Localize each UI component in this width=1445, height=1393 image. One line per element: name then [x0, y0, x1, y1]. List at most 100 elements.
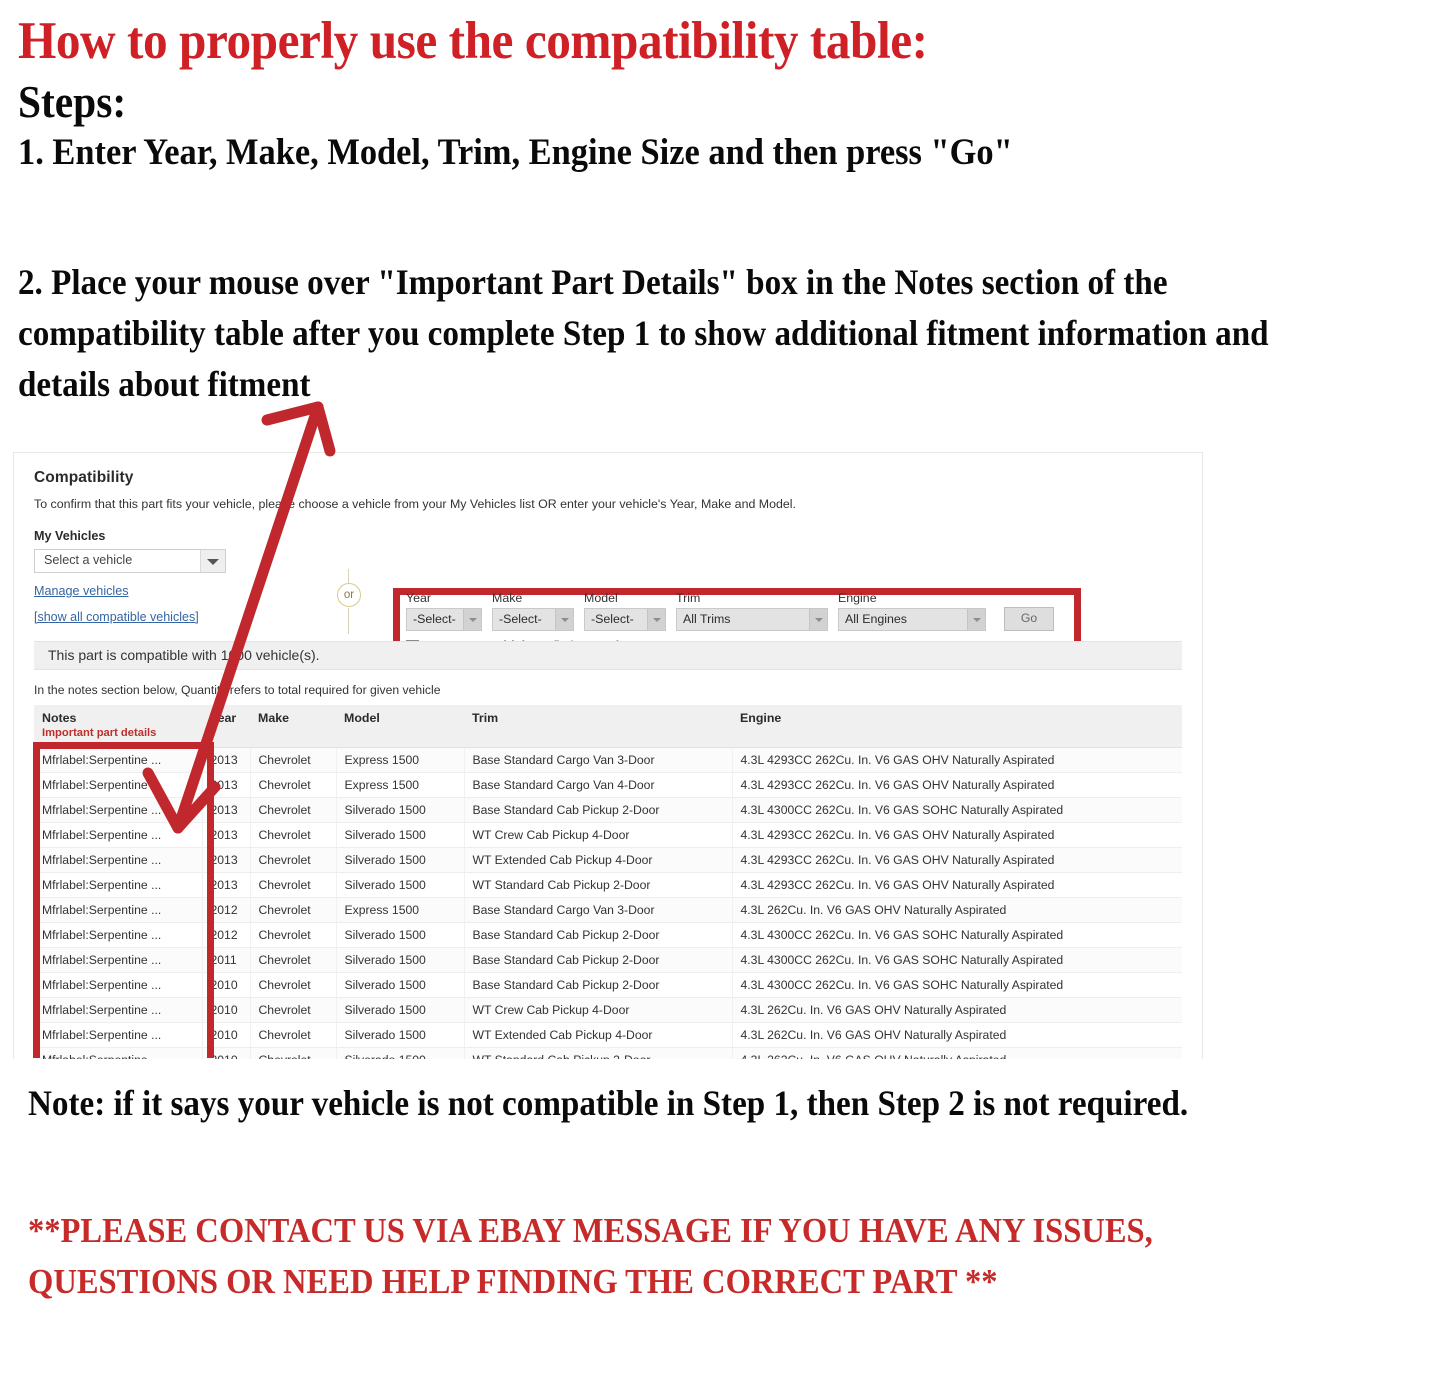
cell-make: Chevrolet [250, 847, 337, 873]
table-row[interactable]: Mfrlabel:Serpentine ... 2013 Chevrolet Silv… [34, 847, 1182, 873]
cell-notes: Mfrlabel:Serpentine ... [34, 997, 203, 1023]
table-row[interactable]: Mfrlabel:Serpentine ...2010ChevroletSilv… [34, 997, 1182, 1023]
chevron-down-icon[interactable] [647, 609, 665, 630]
column-header-model: Model [336, 705, 464, 748]
cell-trim: WT Standard Cab Pickup 2-Door [464, 872, 733, 898]
year-select[interactable]: -Select- [406, 608, 482, 631]
cell-model: Express 1500 [336, 897, 465, 923]
cell-trim: WT Extended Cab Pickup 4-Door [464, 1022, 733, 1048]
cell-notes: Mfrlabel:Serpentine ... [34, 972, 203, 998]
cell-model: Silverado 1500 [336, 997, 465, 1023]
steps-label: Steps: [18, 75, 127, 127]
engine-field: Engine All Engines [838, 591, 986, 631]
cell-year: 2010 [202, 1047, 251, 1059]
table-row[interactable]: Mfrlabel:Serpentine ... 2013 Chevrolet Expr… [34, 747, 1182, 773]
column-header-year: Year [202, 705, 250, 748]
chevron-down-icon[interactable] [555, 609, 573, 630]
year-label: Year [406, 591, 432, 605]
cell-trim: Base Standard Cargo Van 3-Door [464, 897, 733, 923]
cell-make: Chevrolet [250, 872, 337, 898]
compatibility-heading: Compatibility [34, 469, 134, 486]
cell-notes: Mfrlabel:Serpentine ... [34, 747, 203, 773]
chevron-down-icon[interactable] [200, 550, 225, 572]
column-header-trim: Trim [464, 705, 732, 748]
compatible-count-text: This part is compatible with 1000 vehicl… [48, 647, 320, 663]
trim-label: Trim [676, 591, 701, 605]
table-row[interactable]: Mfrlabel:Serpentine ... 2012 Chevrolet Expr… [34, 897, 1182, 923]
or-divider-line-top [348, 569, 349, 583]
cell-notes: Mfrlabel:Serpentine ... [34, 947, 203, 973]
cell-trim: Base Standard Cab Pickup 2-Door [464, 972, 733, 998]
table-row[interactable]: Mfrlabel:Serpentine ...2010ChevroletSilv… [34, 972, 1182, 998]
cell-engine: 4.3L 4293CC 262Cu. In. V6 GAS OHV Natura… [732, 872, 1182, 898]
cell-notes: Mfrlabel:Serpentine ... [34, 847, 203, 873]
cell-year: 2013 [202, 872, 251, 898]
cell-trim: Base Standard Cab Pickup 2-Door [464, 797, 733, 823]
model-select-value: -Select- [591, 611, 634, 626]
step-1-text: 1. Enter Year, Make, Model, Trim, Engine… [18, 132, 1013, 174]
cell-trim: Base Standard Cab Pickup 2-Door [464, 922, 733, 948]
cell-notes: Mfrlabel:Serpentine ... [34, 897, 203, 923]
cell-model: Express 1500 [336, 747, 465, 773]
table-row[interactable]: Mfrlabel:Serpentine ... 2011 Chevrolet Silv… [34, 947, 1182, 973]
engine-select[interactable]: All Engines [838, 608, 986, 631]
engine-label: Engine [838, 591, 877, 605]
cell-engine: 4.3L 4300CC 262Cu. In. V6 GAS SOHC Natur… [732, 922, 1182, 948]
my-vehicles-select[interactable]: Select a vehicle [34, 549, 226, 573]
trim-select[interactable]: All Trims [676, 608, 828, 631]
cell-trim: WT Crew Cab Pickup 4-Door [464, 822, 733, 848]
cell-make: Chevrolet [250, 772, 337, 798]
table-row[interactable]: Mfrlabel:Serpentine ... 2012 Chevrolet Silv… [34, 922, 1182, 948]
cell-year: 2013 [202, 847, 251, 873]
cell-make: Chevrolet [250, 747, 337, 773]
cell-engine: 4.3L 262Cu. In. V6 GAS OHV Naturally Asp… [732, 1022, 1182, 1048]
cell-year: 2010 [202, 972, 251, 998]
cell-year: 2013 [202, 822, 251, 848]
model-select[interactable]: -Select- [584, 608, 666, 631]
cell-year: 2013 [202, 747, 251, 773]
cell-engine: 4.3L 4293CC 262Cu. In. V6 GAS OHV Natura… [732, 822, 1182, 848]
cell-year: 2013 [202, 797, 251, 823]
column-header-notes: Notes Important part details [34, 705, 202, 748]
instructions-block: How to properly use the compatibility ta… [18, 13, 1388, 175]
compatibility-table-body: Mfrlabel:Serpentine ... 2013 Chevrolet Expr… [34, 747, 1182, 1059]
manage-vehicles-link[interactable]: Manage vehicles [34, 584, 129, 598]
compatibility-card-inner: Compatibility To confirm that this part … [14, 453, 1202, 1059]
make-label: Make [492, 591, 523, 605]
show-all-compatible-vehicles-link[interactable]: [show all compatible vehicles] [34, 610, 199, 624]
cell-notes: Mfrlabel:Serpentine ... [34, 922, 203, 948]
column-header-make: Make [250, 705, 336, 748]
cell-model: Silverado 1500 [336, 1022, 465, 1048]
bottom-note-text: Note: if it says your vehicle is not com… [28, 1083, 1189, 1123]
table-row[interactable]: Mfrlabel:Serpentine ... 2013 Chevrolet Silv… [34, 822, 1182, 848]
cell-make: Chevrolet [250, 922, 337, 948]
cell-make: Chevrolet [250, 1022, 337, 1048]
chevron-down-icon[interactable] [809, 609, 827, 630]
cell-notes: Mfrlabel:Serpentine ... [34, 797, 203, 823]
chevron-down-icon[interactable] [967, 609, 985, 630]
cell-make: Chevrolet [250, 997, 337, 1023]
table-row[interactable]: Mfrlabel:Serpentine ... 2013 Chevrolet Expr… [34, 772, 1182, 798]
cell-make: Chevrolet [250, 897, 337, 923]
chevron-down-icon[interactable] [463, 609, 481, 630]
table-row[interactable]: Mfrlabel:Serpentine ...2010ChevroletSilv… [34, 1047, 1182, 1059]
cell-engine: 4.3L 4300CC 262Cu. In. V6 GAS SOHC Natur… [732, 947, 1182, 973]
go-button[interactable]: Go [1004, 607, 1054, 631]
cell-engine: 4.3L 262Cu. In. V6 GAS OHV Naturally Asp… [732, 997, 1182, 1023]
cell-engine: 4.3L 4293CC 262Cu. In. V6 GAS OHV Natura… [732, 747, 1182, 773]
cell-model: Silverado 1500 [336, 822, 465, 848]
my-vehicles-label: My Vehicles [34, 529, 106, 543]
contact-note-text: **PLEASE CONTACT US VIA EBAY MESSAGE IF … [28, 1211, 1153, 1302]
compatibility-subtitle: To confirm that this part fits your vehi… [34, 497, 796, 511]
make-select[interactable]: -Select- [492, 608, 574, 631]
compatibility-table-head: Notes Important part details Year Make M… [34, 705, 1182, 748]
table-row[interactable]: Mfrlabel:Serpentine ... 2013 Chevrolet Silv… [34, 797, 1182, 823]
table-row[interactable]: Mfrlabel:Serpentine ... 2013 Chevrolet Silv… [34, 872, 1182, 898]
cell-trim: Base Standard Cargo Van 3-Door [464, 747, 733, 773]
or-divider-label: or [337, 583, 361, 607]
table-row[interactable]: Mfrlabel:Serpentine ...2010ChevroletSilv… [34, 1022, 1182, 1048]
cell-engine: 4.3L 262Cu. In. V6 GAS OHV Naturally Asp… [732, 1047, 1182, 1059]
model-field: Model -Select- [584, 591, 666, 631]
make-field: Make -Select- [492, 591, 574, 631]
my-vehicles-select-value: Select a vehicle [44, 553, 133, 567]
